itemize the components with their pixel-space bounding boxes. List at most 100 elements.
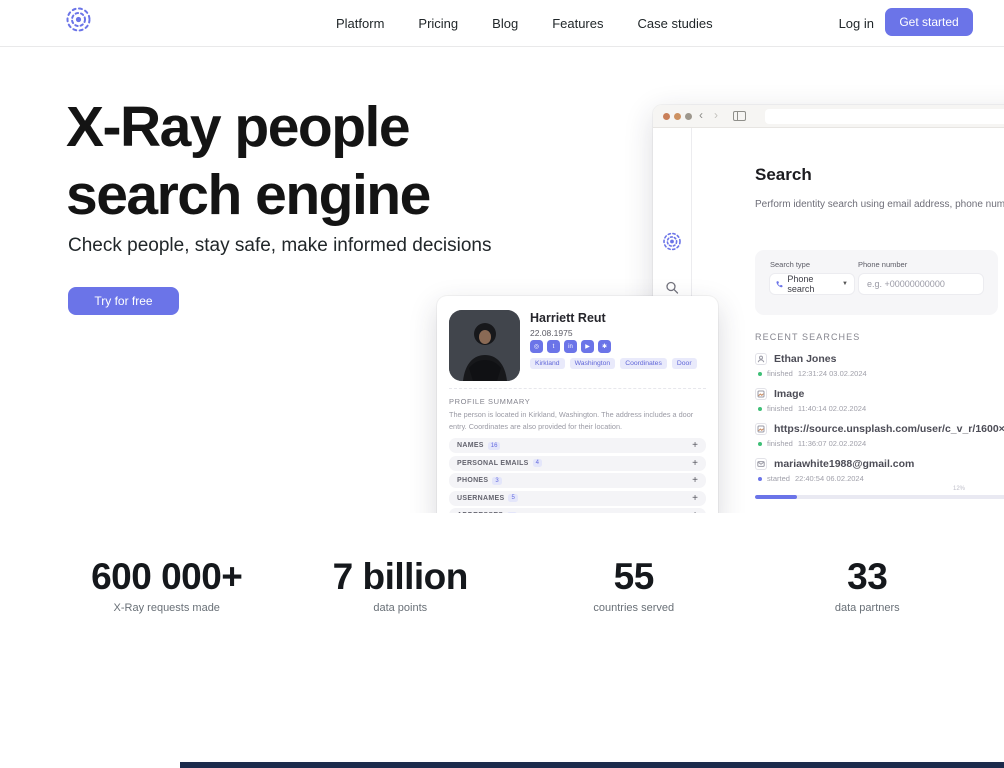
status-time: 12:31:24 03.02.2024 xyxy=(798,369,867,378)
progress-track xyxy=(755,495,1004,499)
progress-percent-label: 12% xyxy=(953,486,965,492)
recent-search-name[interactable]: Image xyxy=(774,388,804,400)
expand-plus-icon[interactable]: + xyxy=(692,493,698,504)
accordion-row-personal-emails[interactable]: PERSONAL EMAILS 4 + xyxy=(449,456,706,471)
accordion-row-addresses[interactable]: ADDRESSES 2 + xyxy=(449,508,706,513)
count-badge: 3 xyxy=(492,477,501,485)
section-label: PHONES xyxy=(457,477,488,484)
stat-label: data partners xyxy=(751,602,985,614)
recent-search-name[interactable]: https://source.unsplash.com/user/c_v_r/1… xyxy=(774,423,1004,435)
youtube-icon[interactable]: ▶ xyxy=(581,340,594,353)
brand-logo-icon[interactable] xyxy=(64,5,93,34)
stat-requests: 600 000+ X-Ray requests made xyxy=(50,556,284,614)
profile-summary-text: The person is located in Kirkland, Washi… xyxy=(449,409,699,433)
hero-section: X-Ray peoplesearch engine Check people, … xyxy=(0,47,1004,513)
window-maximize-icon[interactable] xyxy=(685,113,692,120)
stat-countries: 55 countries served xyxy=(517,556,751,614)
section-label: PERSONAL EMAILS xyxy=(457,460,529,467)
get-started-button[interactable]: Get started xyxy=(885,8,973,36)
window-minimize-icon[interactable] xyxy=(674,113,681,120)
window-close-icon[interactable] xyxy=(663,113,670,120)
stats-row: 600 000+ X-Ray requests made 7 billion d… xyxy=(50,556,984,614)
expand-plus-icon[interactable]: + xyxy=(692,475,698,486)
app-main: Search Perform identity search using ema… xyxy=(692,128,1004,513)
profile-photo xyxy=(449,310,520,381)
stat-label: X-Ray requests made xyxy=(50,602,284,614)
search-page-title: Search xyxy=(755,165,812,185)
profile-sections: NAMES 16 + PERSONAL EMAILS 4 + PHONES 3 … xyxy=(449,438,706,513)
nav-link-platform[interactable]: Platform xyxy=(336,16,384,31)
count-badge: 5 xyxy=(508,494,517,502)
landing-page: Platform Pricing Blog Features Case stud… xyxy=(0,0,1004,768)
tag-pill[interactable]: Door xyxy=(672,358,697,369)
stat-partners: 33 data partners xyxy=(751,556,985,614)
list-item[interactable]: Image finished 11:40:14 02.02.2024 xyxy=(755,387,1004,413)
forward-icon[interactable]: › xyxy=(714,108,718,122)
settings-icon[interactable]: ✱ xyxy=(598,340,611,353)
image-icon xyxy=(755,388,767,400)
nav-link-blog[interactable]: Blog xyxy=(492,16,518,31)
status-text: started xyxy=(767,474,790,483)
nav-link-case-studies[interactable]: Case studies xyxy=(638,16,713,31)
phone-number-input[interactable] xyxy=(858,273,984,295)
chevron-down-icon: ▼ xyxy=(842,281,848,287)
nav-link-features[interactable]: Features xyxy=(552,16,603,31)
expand-plus-icon[interactable]: + xyxy=(692,510,698,513)
list-item[interactable]: https://source.unsplash.com/user/c_v_r/1… xyxy=(755,422,1004,448)
accordion-row-phones[interactable]: PHONES 3 + xyxy=(449,473,706,488)
sidebar-toggle-icon[interactable] xyxy=(733,111,746,121)
search-type-label: Search type xyxy=(770,260,810,269)
search-page-description: Perform identity search using email addr… xyxy=(755,199,1004,210)
search-progress: 12% xyxy=(755,495,1004,499)
stat-value: 7 billion xyxy=(284,556,518,598)
back-icon[interactable]: ‹ xyxy=(699,108,703,122)
search-form-panel: Search type Phone number Phone search ▼ xyxy=(755,250,998,315)
recent-search-name[interactable]: mariawhite1988@gmail.com xyxy=(774,458,914,470)
status-dot xyxy=(758,477,762,481)
login-link[interactable]: Log in xyxy=(839,0,874,47)
progress-fill xyxy=(755,495,797,499)
section-label: ADDRESSES xyxy=(457,512,503,513)
divider xyxy=(449,388,706,389)
tag-pill[interactable]: Washington xyxy=(570,358,616,369)
social-links: ◎ t in ▶ ✱ xyxy=(530,340,611,353)
stat-value: 55 xyxy=(517,556,751,598)
email-icon xyxy=(755,458,767,470)
recent-searches-list: Ethan Jones finished 12:31:24 03.02.2024 xyxy=(755,352,1004,492)
try-for-free-button[interactable]: Try for free xyxy=(68,287,179,315)
list-item[interactable]: mariawhite1988@gmail.com started 22:40:5… xyxy=(755,457,1004,483)
status-dot xyxy=(758,372,762,376)
tag-pill[interactable]: Kirkland xyxy=(530,358,565,369)
hero-subtitle: Check people, stay safe, make informed d… xyxy=(68,235,492,257)
stat-label: countries served xyxy=(517,602,751,614)
search-type-dropdown[interactable]: Phone search ▼ xyxy=(769,273,855,295)
nav-link-pricing[interactable]: Pricing xyxy=(418,16,458,31)
count-badge: 16 xyxy=(488,442,501,450)
person-icon xyxy=(755,353,767,365)
accordion-row-names[interactable]: NAMES 16 + xyxy=(449,438,706,453)
linkedin-icon[interactable]: in xyxy=(564,340,577,353)
stat-data-points: 7 billion data points xyxy=(284,556,518,614)
tag-pill[interactable]: Coordinates xyxy=(620,358,667,369)
nav-links: Platform Pricing Blog Features Case stud… xyxy=(336,0,713,47)
app-logo-icon[interactable] xyxy=(662,231,683,252)
twitter-icon[interactable]: t xyxy=(547,340,560,353)
accordion-row-usernames[interactable]: USERNAMES 5 + xyxy=(449,491,706,506)
url-bar[interactable]: x-ray.contact xyxy=(765,109,1004,124)
recent-search-name[interactable]: Ethan Jones xyxy=(774,353,836,365)
expand-plus-icon[interactable]: + xyxy=(692,440,698,451)
search-icon[interactable] xyxy=(666,281,679,294)
recent-searches-heading: RECENT SEARCHES xyxy=(755,332,860,342)
status-text: finished xyxy=(767,404,793,413)
section-label: NAMES xyxy=(457,442,484,449)
stat-value: 33 xyxy=(751,556,985,598)
status-dot xyxy=(758,407,762,411)
instagram-icon[interactable]: ◎ xyxy=(530,340,543,353)
footer-section-edge xyxy=(180,762,1004,768)
phone-icon xyxy=(776,280,783,288)
expand-plus-icon[interactable]: + xyxy=(692,458,698,469)
list-item[interactable]: Ethan Jones finished 12:31:24 03.02.2024 xyxy=(755,352,1004,378)
status-time: 22:40:54 06.02.2024 xyxy=(795,474,864,483)
profile-dob: 22.08.1975 xyxy=(530,328,573,338)
status-dot xyxy=(758,442,762,446)
